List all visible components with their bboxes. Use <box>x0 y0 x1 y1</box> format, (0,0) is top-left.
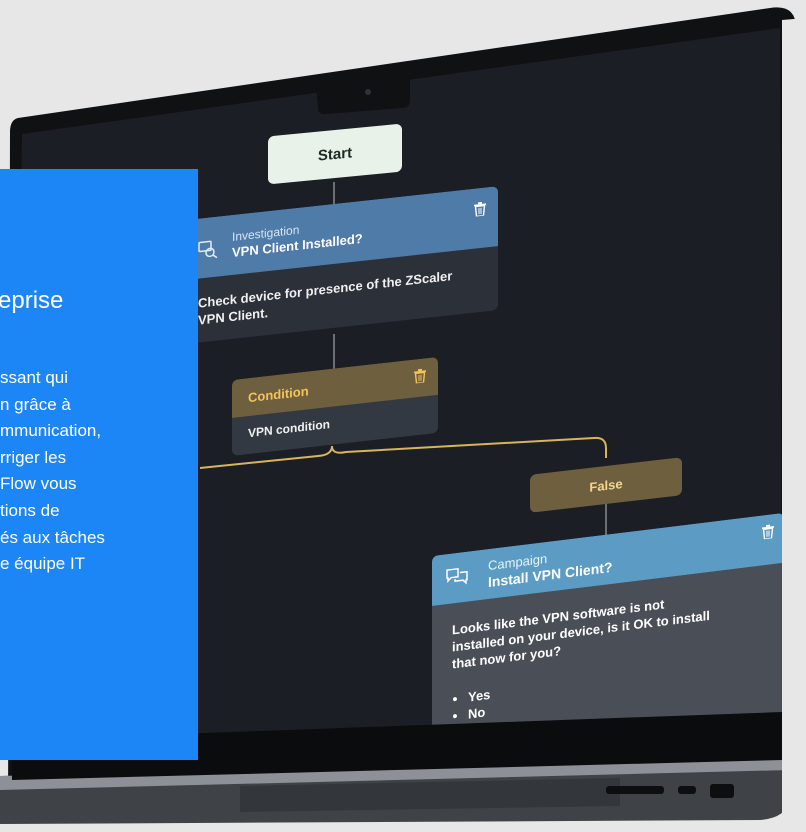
investigation-titles: Investigation VPN Client Installed? <box>232 216 363 260</box>
port-icon <box>710 784 734 798</box>
chat-bubbles-icon <box>446 567 468 585</box>
trash-icon[interactable] <box>762 524 774 540</box>
overlay-line: e équipe IT <box>0 554 86 574</box>
condition-title: Condition <box>248 383 309 406</box>
magnifier-device-icon <box>198 240 218 259</box>
overlay-line: ssant qui <box>0 368 69 387</box>
trash-icon[interactable] <box>474 201 486 217</box>
port-icon <box>678 786 696 794</box>
overlay-paragraph: ssant qui n grâce à mmunication, rriger … <box>0 365 105 578</box>
laptop-scene: Start Investigation VPN Client Installed… <box>0 0 806 832</box>
port-icon <box>606 786 664 794</box>
overlay-line: mmunication, <box>0 421 102 441</box>
overlay-line: n grâce à <box>0 394 71 414</box>
overlay-heading: eprise <box>0 287 64 314</box>
trash-icon[interactable] <box>414 368 426 384</box>
overlay-line: és aux tâches <box>0 527 105 547</box>
overlay-text-panel: eprise ssant qui n grâce à mmunication, … <box>0 169 198 760</box>
camera-icon <box>365 89 371 95</box>
overlay-line: rriger les <box>0 447 67 467</box>
campaign-titles: Campaign Install VPN Client? <box>488 543 612 590</box>
overlay-line: Flow vous <box>0 474 77 494</box>
overlay-line: tions de <box>0 500 60 520</box>
